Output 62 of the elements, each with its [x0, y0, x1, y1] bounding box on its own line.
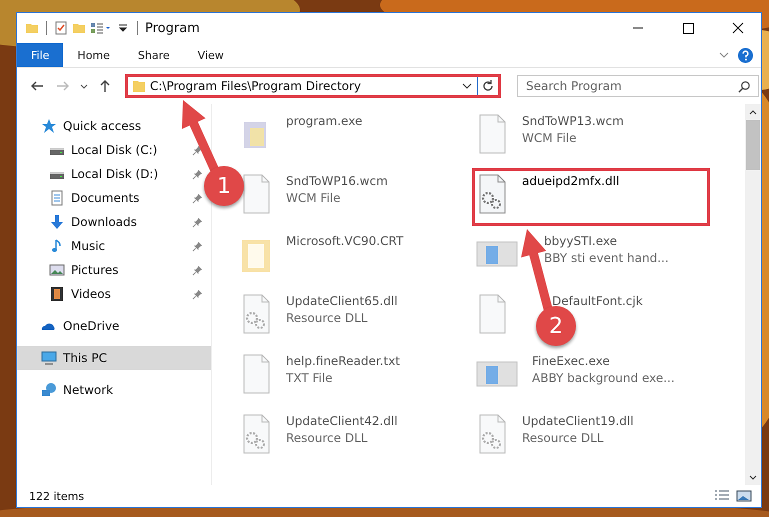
scrollbar-thumb[interactable] — [746, 120, 760, 170]
file-type: WCM File — [522, 131, 578, 145]
file-name: UpdateClient65.dll — [286, 294, 398, 308]
ribbon-tab[interactable]: File — [17, 43, 64, 67]
search-field[interactable]: Search Program — [517, 75, 759, 97]
file-type: Resource DLL — [522, 431, 604, 445]
document-icon[interactable] — [49, 190, 65, 206]
file-name: bbyySTI.exe — [544, 234, 618, 248]
ribbon-tab[interactable]: View — [184, 43, 238, 67]
pin-icon[interactable] — [192, 216, 203, 228]
window-title: Program — [145, 20, 200, 36]
sidebar-item[interactable]: Quick access — [17, 114, 211, 138]
sidebar-item[interactable]: Pictures — [71, 263, 119, 277]
properties-icon[interactable] — [54, 21, 68, 35]
file-name: DefaultFont.cjk — [552, 294, 643, 308]
pin-icon[interactable] — [192, 192, 203, 204]
monitor-icon — [41, 350, 57, 366]
pin-icon[interactable] — [192, 288, 203, 300]
file-type: ABBY background exe... — [532, 371, 675, 385]
sidebar-item[interactable]: This PC — [17, 346, 211, 370]
large-icons-view-icon[interactable] — [735, 489, 753, 503]
sidebar-item[interactable]: OneDrive — [17, 314, 211, 338]
file-type: Resource DLL — [286, 431, 368, 445]
search-icon[interactable] — [738, 80, 751, 93]
pin-icon[interactable] — [192, 240, 203, 252]
file-type: BBY sti event hand... — [544, 251, 669, 265]
file-name: program.exe — [286, 114, 362, 128]
sidebar-item[interactable]: Network — [17, 378, 211, 402]
pin-icon[interactable] — [192, 168, 203, 180]
film-icon[interactable] — [49, 286, 65, 302]
file-type: TXT File — [286, 371, 334, 385]
sidebar-item[interactable]: Documents — [71, 191, 140, 205]
down-arrow-icon[interactable] — [49, 214, 65, 230]
network-icon — [41, 382, 57, 398]
file-name: UpdateClient19.dll — [522, 414, 634, 428]
file-name: FineExec.exe — [532, 354, 611, 368]
ribbon-tab[interactable]: Share — [124, 43, 184, 67]
help-icon[interactable] — [738, 48, 753, 62]
ribbon-tab[interactable]: Home — [63, 43, 124, 67]
refresh-icon[interactable] — [481, 79, 495, 93]
sidebar-item[interactable]: Local Disk (C:) — [71, 143, 158, 157]
picture-icon[interactable] — [49, 262, 65, 278]
sidebar-item[interactable]: Music — [71, 239, 106, 253]
file-name: Microsoft.VC90.CRT — [286, 234, 404, 248]
file-name: UpdateClient42.dll — [286, 414, 398, 428]
folder-icon — [132, 79, 146, 93]
address-field[interactable]: C:\Program Files\Program Directory — [125, 74, 501, 98]
file-name: adueipd2mfx.dll — [522, 174, 620, 188]
file-name: SndToWP13.wcm — [522, 114, 624, 128]
item-count: 122 items — [29, 490, 84, 502]
file-name: help.fineReader.txt — [286, 354, 400, 368]
star-icon — [41, 118, 57, 134]
file-item[interactable]: adueipd2mfx.dll — [472, 168, 710, 226]
pin-icon[interactable] — [192, 264, 203, 276]
view-options-icon[interactable] — [90, 21, 112, 35]
file-name: SndToWP16.wcm — [286, 174, 388, 188]
file-type: Resource DLL — [286, 311, 368, 325]
sidebar-item[interactable]: Videos — [71, 287, 111, 301]
sidebar-item[interactable]: Local Disk (D:) — [71, 167, 158, 181]
pin-icon[interactable] — [192, 144, 203, 156]
file-type: WCM File — [286, 191, 342, 205]
sidebar-item[interactable]: Downloads — [71, 215, 137, 229]
